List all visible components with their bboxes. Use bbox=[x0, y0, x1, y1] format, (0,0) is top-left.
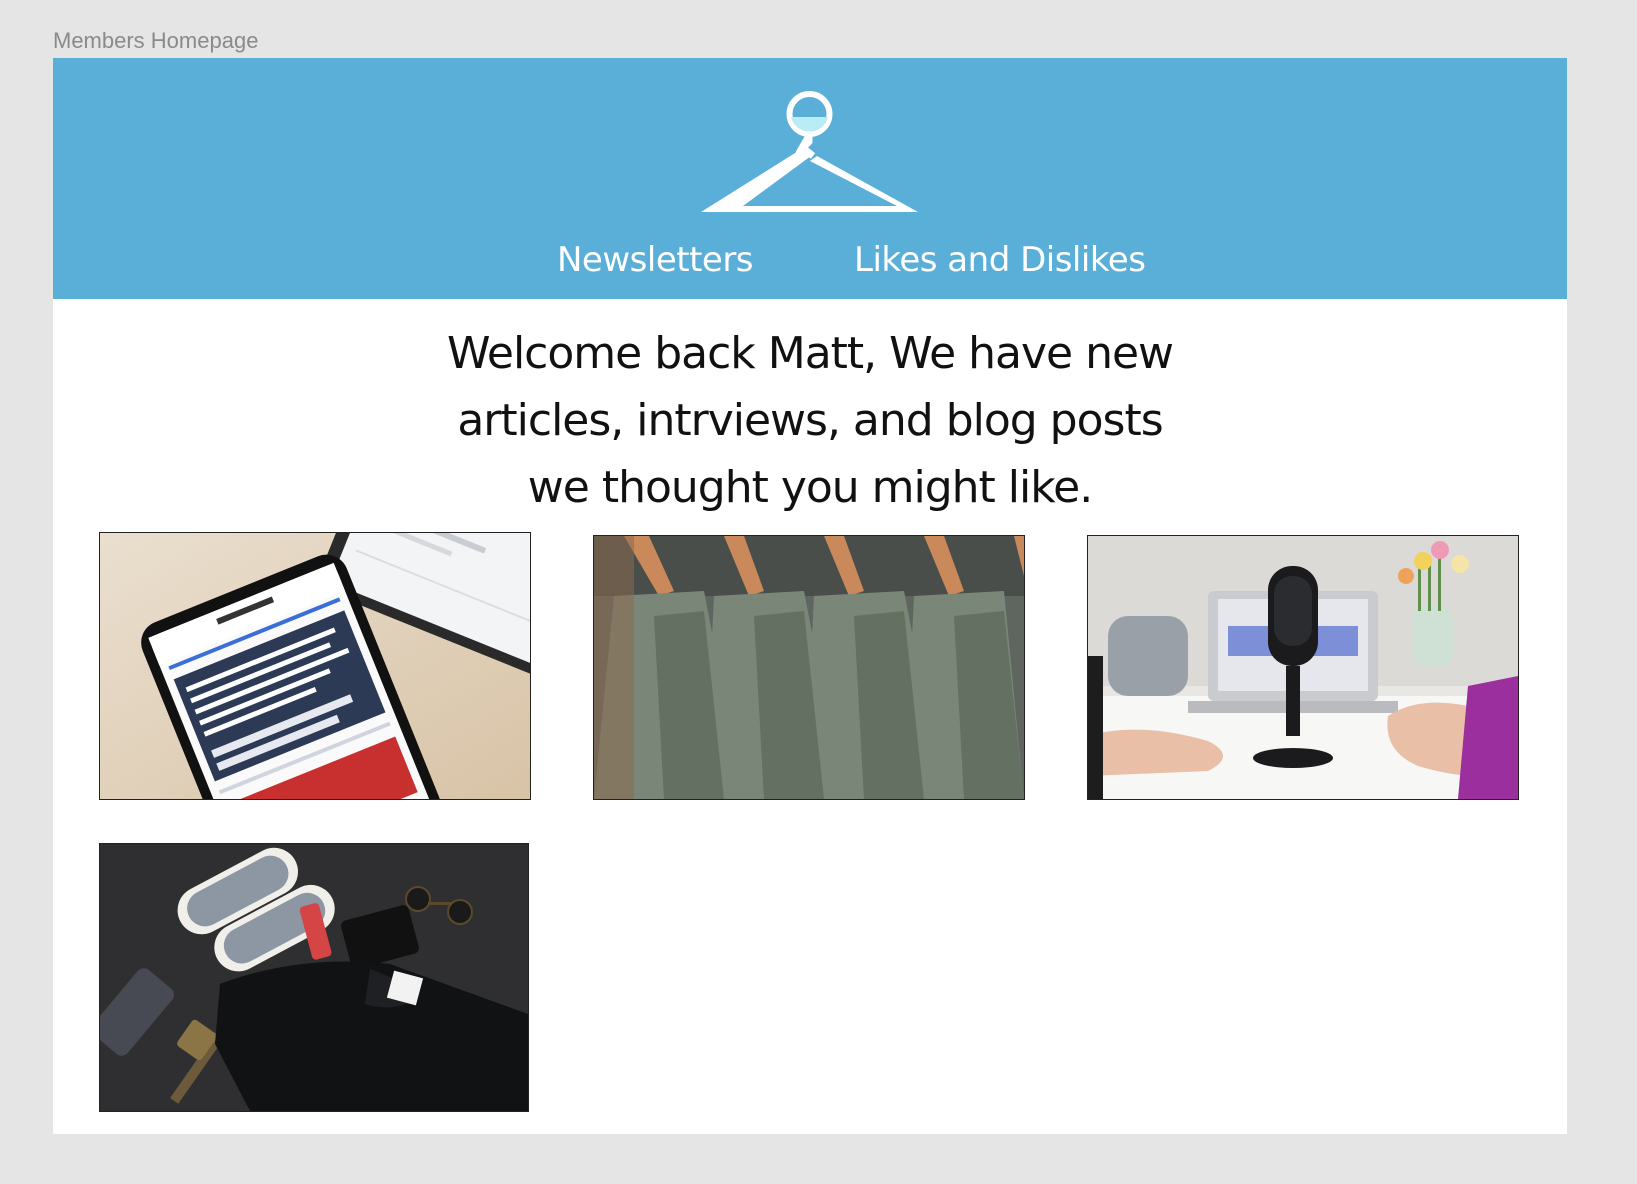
article-card-podcast[interactable] bbox=[1087, 535, 1519, 800]
article-card-news-phone[interactable] bbox=[99, 532, 531, 800]
smartphone-news-app-photo bbox=[100, 533, 530, 799]
green-shirts-on-hangers-photo bbox=[594, 536, 1024, 799]
members-homepage: Newsletters Likes and Dislikes Welcome b… bbox=[53, 58, 1567, 1134]
welcome-message: Welcome back Matt, We have new articles,… bbox=[353, 320, 1267, 521]
nav-likes-and-dislikes[interactable]: Likes and Dislikes bbox=[854, 240, 1146, 280]
article-card-flatlay[interactable] bbox=[99, 843, 529, 1112]
welcome-line: Welcome back Matt, We have new bbox=[446, 328, 1174, 379]
clothes-hanger-icon[interactable] bbox=[699, 84, 920, 224]
nav-newsletters[interactable]: Newsletters bbox=[557, 240, 754, 280]
sneakers-flat-lay-photo bbox=[100, 844, 528, 1111]
header: Newsletters Likes and Dislikes bbox=[53, 58, 1567, 299]
frame-label: Members Homepage bbox=[53, 28, 259, 53]
article-card-shirts[interactable] bbox=[593, 535, 1025, 800]
welcome-line: we thought you might like. bbox=[527, 462, 1093, 513]
podcast-microphone-photo bbox=[1088, 536, 1518, 799]
welcome-line: articles, intrviews, and blog posts bbox=[457, 395, 1163, 446]
